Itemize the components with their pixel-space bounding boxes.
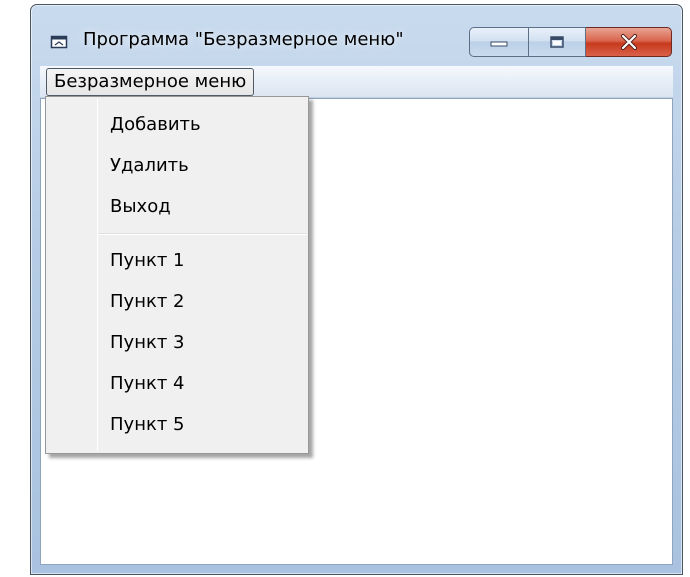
dropdown-menu: Добавить Удалить Выход Пункт 1 Пункт 2 П… [45, 96, 309, 454]
menu-item-punkt-1[interactable]: Пункт 1 [110, 246, 185, 276]
close-button[interactable] [586, 27, 672, 57]
minimize-icon [490, 41, 508, 47]
menu-item-dobavit[interactable]: Добавить [110, 110, 201, 140]
menu-item-vyhod[interactable]: Выход [110, 192, 171, 222]
window-title: Программа "Безразмерное меню" [83, 29, 404, 50]
menu-item-punkt-4[interactable]: Пункт 4 [110, 369, 185, 399]
app-window-icon [50, 35, 68, 49]
maximize-icon [550, 36, 564, 48]
menu-item-udalit[interactable]: Удалить [110, 151, 189, 181]
close-icon [620, 34, 637, 50]
minimize-button[interactable] [469, 27, 529, 57]
menu-separator [98, 233, 306, 235]
menu-item-punkt-3[interactable]: Пункт 3 [110, 328, 185, 358]
menu-item-punkt-2[interactable]: Пункт 2 [110, 287, 185, 317]
maximize-button[interactable] [529, 27, 586, 57]
menu-gutter [97, 99, 98, 451]
title-bar[interactable]: Программа "Безразмерное меню" [31, 5, 682, 63]
menu-bar: Безразмерное меню [40, 66, 673, 98]
menu-bezrazmernoe[interactable]: Безразмерное меню [46, 68, 255, 96]
menu-item-punkt-5[interactable]: Пункт 5 [110, 410, 185, 440]
caption-buttons [469, 27, 672, 57]
